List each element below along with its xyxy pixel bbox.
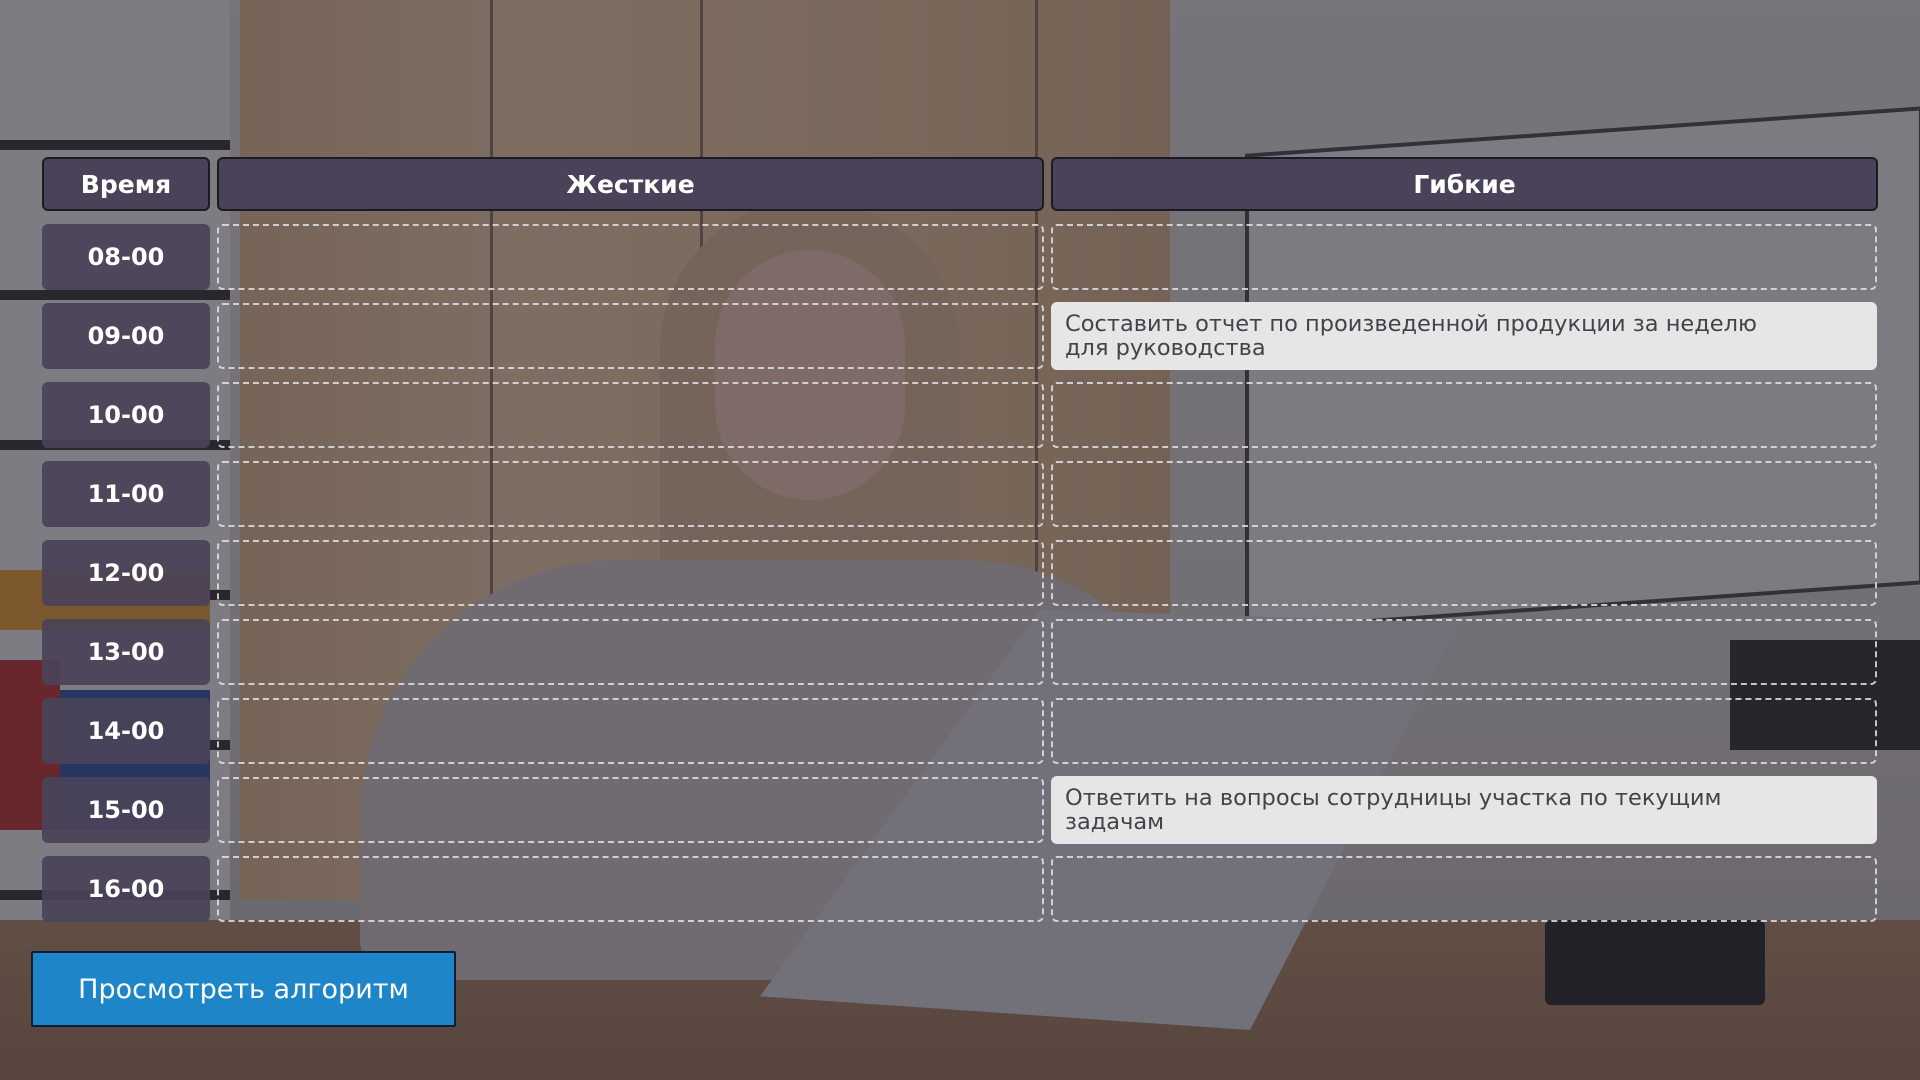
task-card-text: Ответить на вопросы сотрудницы участка п…	[1065, 785, 1722, 835]
flexible-slot[interactable]	[1051, 224, 1877, 290]
header-flexible: Гибкие	[1051, 157, 1878, 211]
view-algorithm-button[interactable]: Просмотреть алгоритм	[31, 951, 456, 1027]
rigid-slot[interactable]	[217, 382, 1044, 448]
rigid-slot[interactable]	[217, 777, 1044, 843]
rigid-slot[interactable]	[217, 619, 1044, 685]
header-rigid: Жесткие	[217, 157, 1044, 211]
flexible-slot[interactable]	[1051, 382, 1877, 448]
flexible-slot[interactable]	[1051, 540, 1877, 606]
rigid-slot[interactable]	[217, 856, 1044, 922]
time-slot-label: 08-00	[42, 224, 210, 290]
task-card[interactable]: Ответить на вопросы сотрудницы участка п…	[1051, 776, 1877, 844]
rigid-slot[interactable]	[217, 540, 1044, 606]
time-slot-label: 10-00	[42, 382, 210, 448]
rigid-slot[interactable]	[217, 698, 1044, 764]
task-card[interactable]: Составить отчет по произведенной продукц…	[1051, 302, 1877, 370]
flexible-slot[interactable]	[1051, 461, 1877, 527]
flexible-slot[interactable]	[1051, 698, 1877, 764]
time-slot-label: 15-00	[42, 777, 210, 843]
rigid-slot[interactable]	[217, 461, 1044, 527]
time-slot-label: 11-00	[42, 461, 210, 527]
schedule-screen: Время Жесткие Гибкие 08-00 09-00 10-00 1…	[0, 0, 1920, 1080]
time-slot-label: 13-00	[42, 619, 210, 685]
rigid-slot[interactable]	[217, 224, 1044, 290]
task-card-text: Составить отчет по произведенной продукц…	[1065, 311, 1757, 361]
flexible-slot[interactable]	[1051, 856, 1877, 922]
time-slot-label: 16-00	[42, 856, 210, 922]
time-slot-label: 14-00	[42, 698, 210, 764]
time-slot-label: 09-00	[42, 303, 210, 369]
flexible-slot[interactable]	[1051, 619, 1877, 685]
header-time: Время	[42, 157, 210, 211]
rigid-slot[interactable]	[217, 303, 1044, 369]
time-slot-label: 12-00	[42, 540, 210, 606]
